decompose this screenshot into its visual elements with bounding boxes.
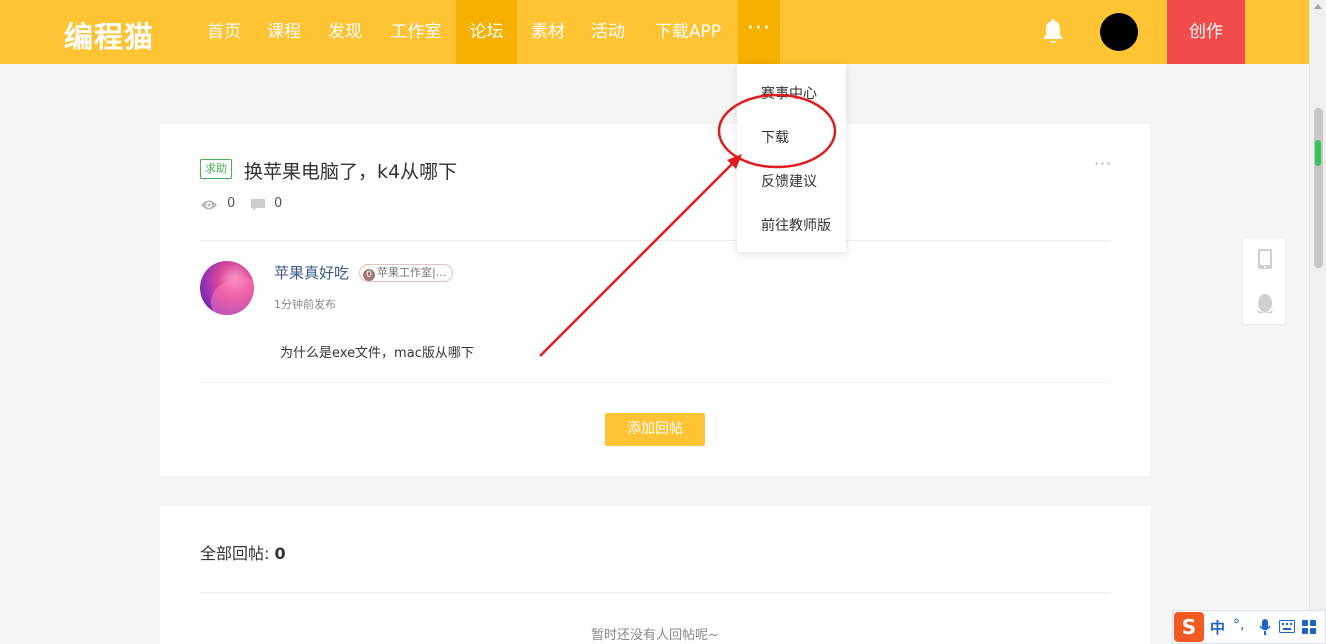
- more-dropdown-menu: 赛事中心 下载 反馈建议 前往教师版: [737, 64, 846, 252]
- studio-icon: 0: [363, 269, 375, 281]
- replies-heading: 全部回帖: 0: [200, 544, 286, 563]
- comment-count: 0: [274, 196, 283, 211]
- divider: [200, 592, 1110, 593]
- tablet-icon[interactable]: [1256, 248, 1274, 270]
- keyboard-icon[interactable]: [1279, 620, 1295, 633]
- post-card: 求助 换苹果电脑了，k4从哪下 ··· 0 0 苹果真好吃 0 苹果工作室|...…: [160, 124, 1150, 476]
- comment-icon: [251, 199, 265, 211]
- nav-download-app[interactable]: 下载APP: [644, 0, 732, 64]
- user-avatar[interactable]: [1100, 13, 1138, 51]
- ime-logo[interactable]: S: [1174, 612, 1204, 642]
- grid-icon[interactable]: [1302, 620, 1316, 634]
- ime-mode[interactable]: 中: [1210, 617, 1225, 638]
- create-button[interactable]: 创作: [1167, 0, 1245, 64]
- nav-more-button[interactable]: ···: [738, 0, 780, 64]
- nav-home[interactable]: 首页: [196, 0, 252, 64]
- menu-item-teacher[interactable]: 前往教师版: [761, 215, 831, 235]
- menu-item-competition[interactable]: 赛事中心: [761, 83, 817, 103]
- empty-replies-text: 暂时还没有人回帖呢~: [591, 628, 719, 643]
- nav-studio[interactable]: 工作室: [380, 0, 452, 64]
- eye-icon: [201, 200, 217, 210]
- mic-icon[interactable]: [1259, 619, 1271, 635]
- post-more-button[interactable]: ···: [1094, 154, 1112, 173]
- author-name[interactable]: 苹果真好吃: [274, 262, 349, 283]
- divider: [200, 240, 1110, 241]
- top-navbar: 编程猫 首页 课程 发现 工作室 论坛 素材 活动 下载APP ··· 创作: [0, 0, 1309, 64]
- qq-icon[interactable]: [1255, 293, 1275, 315]
- add-reply-button[interactable]: 添加回帖: [605, 413, 705, 446]
- reply-count: 0: [274, 544, 286, 563]
- nav-discover[interactable]: 发现: [317, 0, 373, 64]
- post-time: 1分钟前发布: [274, 298, 336, 311]
- author-avatar[interactable]: [200, 261, 254, 315]
- post-title: 换苹果电脑了，k4从哪下: [244, 161, 458, 183]
- post-body: 为什么是exe文件，mac版从哪下: [280, 346, 474, 361]
- menu-item-feedback[interactable]: 反馈建议: [761, 171, 817, 191]
- ime-punct[interactable]: °,: [1233, 617, 1244, 633]
- replies-card: 全部回帖: 0 暂时还没有人回帖呢~: [160, 506, 1150, 644]
- nav-courses[interactable]: 课程: [256, 0, 312, 64]
- site-logo[interactable]: 编程猫: [64, 14, 154, 56]
- side-toolbar: [1242, 237, 1286, 325]
- studio-badge[interactable]: 0 苹果工作室|...: [359, 264, 454, 282]
- page-scrollbar[interactable]: [1309, 0, 1326, 644]
- scroll-marker: [1315, 140, 1321, 166]
- view-count: 0: [227, 196, 236, 211]
- scroll-up-arrow-icon[interactable]: [1314, 4, 1322, 9]
- divider: [200, 382, 1110, 383]
- nav-forum[interactable]: 论坛: [456, 0, 517, 64]
- nav-materials[interactable]: 素材: [520, 0, 576, 64]
- ime-toolbar: S 中 °,: [1172, 610, 1326, 644]
- scroll-thumb[interactable]: [1314, 108, 1323, 268]
- bell-icon[interactable]: [1040, 18, 1066, 46]
- help-tag: 求助: [200, 159, 232, 179]
- studio-badge-label: 苹果工作室|...: [377, 266, 447, 279]
- menu-item-download[interactable]: 下载: [761, 127, 789, 147]
- nav-activities[interactable]: 活动: [580, 0, 636, 64]
